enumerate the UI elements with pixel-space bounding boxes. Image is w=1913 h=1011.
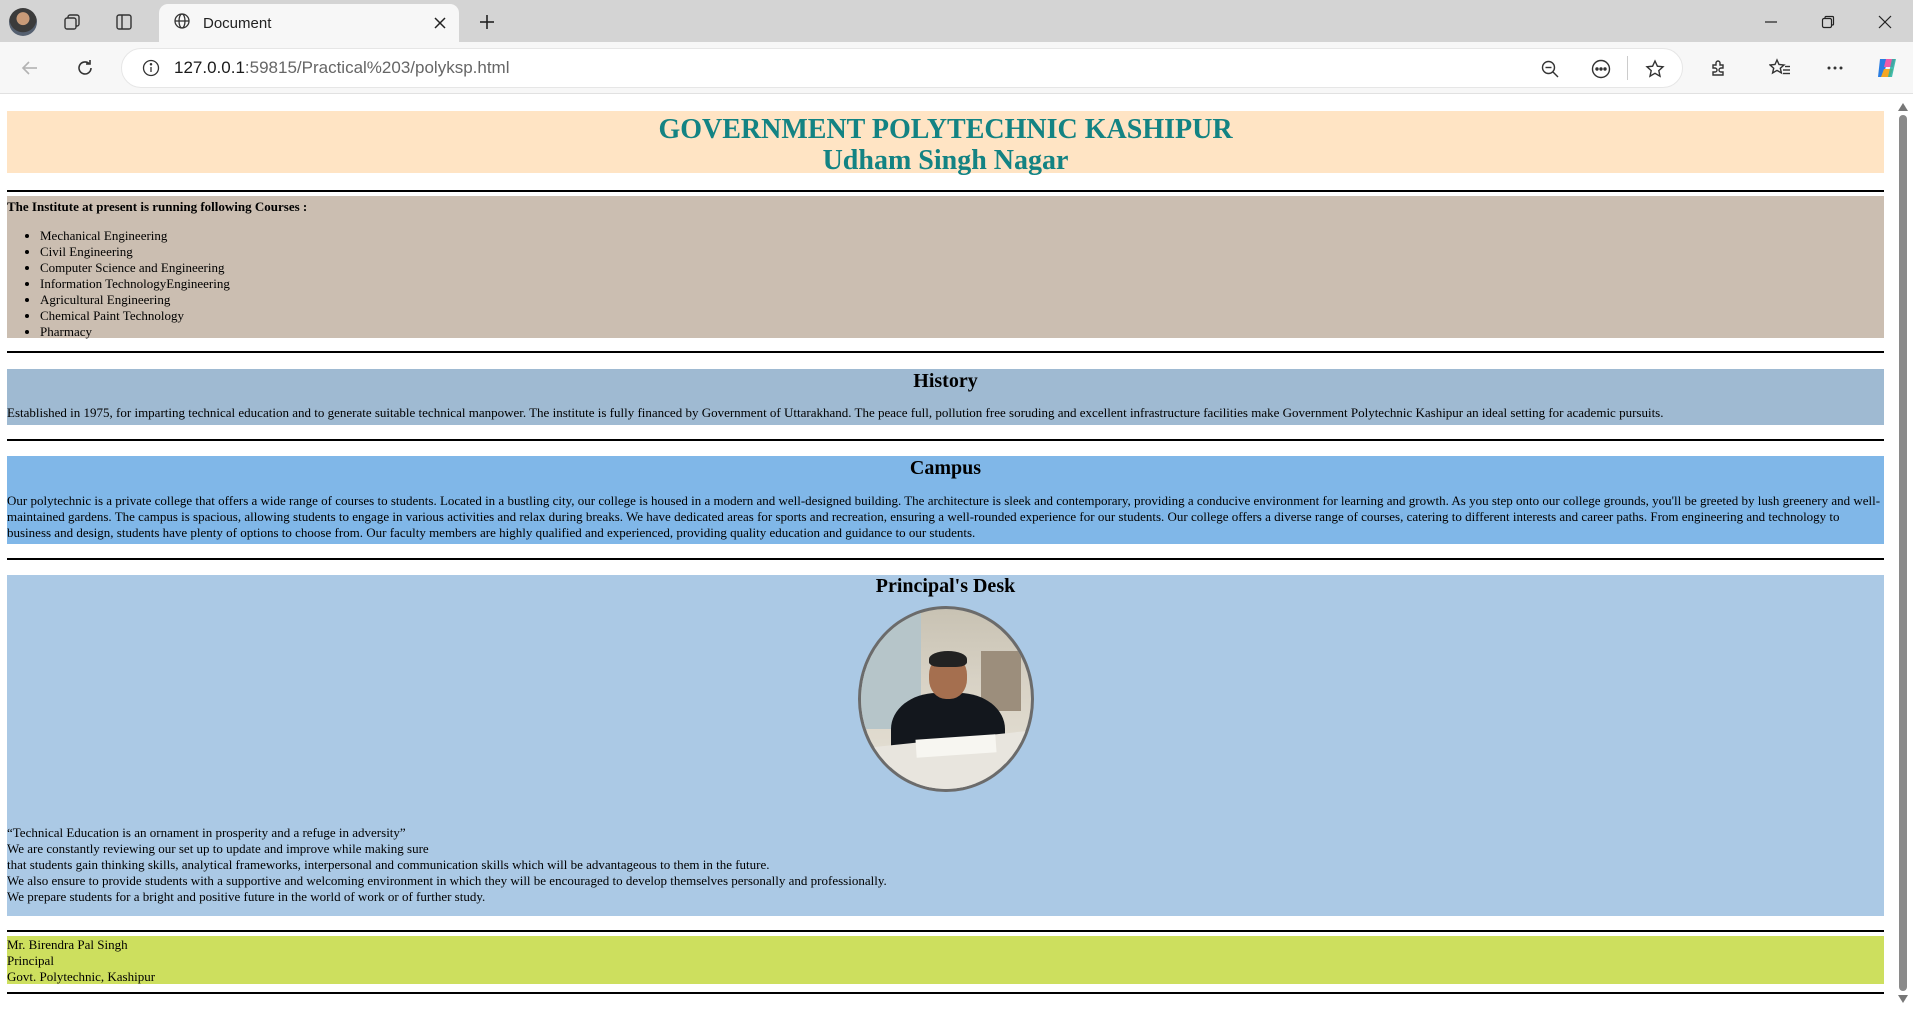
course-item: Information TechnologyEngineering <box>40 276 1884 292</box>
principal-section: Principal's Desk “Technical Education is… <box>7 575 1884 916</box>
workspaces-icon[interactable] <box>59 9 85 35</box>
history-text: Established in 1975, for imparting techn… <box>7 405 1664 420</box>
college-subtitle: Udham Singh Nagar <box>822 145 1069 176</box>
divider <box>7 351 1884 353</box>
campus-title: Campus <box>909 457 982 479</box>
back-icon[interactable] <box>15 53 45 83</box>
message-line: that students gain thinking skills, anal… <box>7 857 770 872</box>
signoff-section: Mr. Birendra Pal Singh Principal Govt. P… <box>7 936 1884 984</box>
favorites-icon[interactable] <box>1765 53 1795 83</box>
tab-title: Document <box>203 14 272 32</box>
tab-document[interactable]: Document <box>159 4 459 42</box>
history-section: History Established in 1975, for imparti… <box>7 369 1884 425</box>
message-line: We prepare students for a bright and pos… <box>7 889 486 904</box>
principal-photo <box>857 606 1034 792</box>
course-item: Computer Science and Engineering <box>40 260 1884 276</box>
divider <box>7 190 1884 192</box>
restore-icon[interactable] <box>1814 8 1842 36</box>
course-item: Pharmacy <box>40 324 1884 340</box>
browser-titlebar: Document <box>0 0 1913 42</box>
favorite-star-icon[interactable] <box>1640 54 1670 84</box>
history-title: History <box>913 370 978 392</box>
more-icon[interactable] <box>1820 53 1850 83</box>
divider <box>7 992 1884 994</box>
plus-icon[interactable] <box>473 8 501 36</box>
address-bar[interactable]: 127.0.0.1:59815/Practical%203/polyksp.ht… <box>121 48 1683 88</box>
courses-section: The Institute at present is running foll… <box>7 196 1884 340</box>
reload-icon[interactable] <box>70 53 100 83</box>
scroll-down-icon[interactable] <box>1897 994 1909 1004</box>
globe-icon <box>173 12 191 35</box>
principal-quote: “Technical Education is an ornament in p… <box>7 825 406 840</box>
course-item: Agricultural Engineering <box>40 292 1884 308</box>
profile-avatar[interactable] <box>9 8 37 36</box>
tab-actions-icon[interactable] <box>111 9 137 35</box>
course-item: Civil Engineering <box>40 244 1884 260</box>
divider <box>7 558 1884 560</box>
page-viewport: GOVERNMENT POLYTECHNIC KASHIPUR Udham Si… <box>0 95 1913 1011</box>
minimize-icon[interactable] <box>1757 8 1785 36</box>
message-line: We also ensure to provide students with … <box>7 873 887 888</box>
message-line: We are constantly reviewing our set up t… <box>7 841 429 856</box>
page-body: GOVERNMENT POLYTECHNIC KASHIPUR Udham Si… <box>7 95 1884 994</box>
courses-list: Mechanical Engineering Civil Engineering… <box>7 228 1884 340</box>
divider <box>7 439 1884 441</box>
principal-message: “Technical Education is an ornament in p… <box>7 825 1884 905</box>
url-host: 127.0.0.1 <box>174 58 245 77</box>
read-aloud-icon[interactable] <box>1586 54 1616 84</box>
institute-name: Govt. Polytechnic, Kashipur <box>7 969 156 984</box>
campus-text: Our polytechnic is a private college tha… <box>7 493 1881 540</box>
copilot-icon[interactable] <box>1872 53 1902 83</box>
url-text[interactable]: 127.0.0.1:59815/Practical%203/polyksp.ht… <box>174 58 510 78</box>
courses-heading: The Institute at present is running foll… <box>7 199 308 214</box>
extensions-icon[interactable] <box>1704 53 1734 83</box>
zoom-out-icon[interactable] <box>1535 54 1565 84</box>
principal-name: Mr. Birendra Pal Singh <box>7 937 128 952</box>
college-title: GOVERNMENT POLYTECHNIC KASHIPUR <box>658 114 1233 145</box>
window-close-icon[interactable] <box>1871 8 1899 36</box>
url-path: :59815/Practical%203/polyksp.html <box>244 58 510 77</box>
close-icon[interactable] <box>427 10 453 36</box>
scroll-thumb[interactable] <box>1899 115 1907 991</box>
page-scrollbar[interactable] <box>1893 95 1913 1011</box>
browser-toolbar: 127.0.0.1:59815/Practical%203/polyksp.ht… <box>0 42 1913 94</box>
principal-role: Principal <box>7 953 54 968</box>
course-item: Chemical Paint Technology <box>40 308 1884 324</box>
info-icon[interactable] <box>142 59 160 77</box>
scroll-up-icon[interactable] <box>1897 102 1909 112</box>
campus-section: Campus Our polytechnic is a private coll… <box>7 456 1884 544</box>
principal-title: Principal's Desk <box>875 575 1016 597</box>
divider <box>7 930 1884 932</box>
college-header: GOVERNMENT POLYTECHNIC KASHIPUR Udham Si… <box>7 111 1884 176</box>
toolbar-separator <box>1627 56 1628 80</box>
course-item: Mechanical Engineering <box>40 228 1884 244</box>
